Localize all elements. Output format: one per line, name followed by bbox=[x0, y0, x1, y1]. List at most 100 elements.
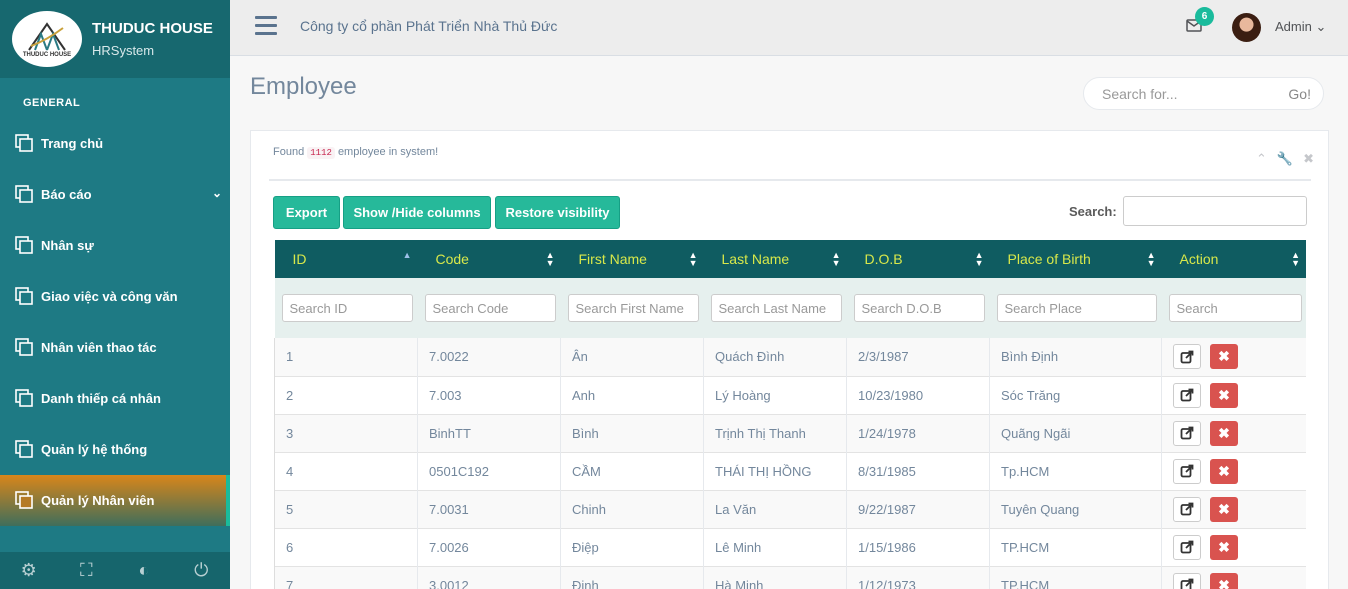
collapse-icon[interactable]: ⌃ bbox=[1256, 151, 1267, 167]
cell-dob: 1/12/1973 bbox=[846, 566, 990, 589]
delete-button[interactable]: ✖ bbox=[1210, 534, 1238, 560]
show-hide-columns-button[interactable]: Show /Hide columns bbox=[343, 196, 491, 229]
column-label: D.O.B bbox=[864, 251, 903, 267]
sidebar-item-quan-ly-he-thong[interactable]: Quản lý hệ thống bbox=[0, 424, 230, 475]
column-header-code[interactable]: Code ▲ ▼ bbox=[418, 240, 561, 278]
sidebar-item-trang-chu[interactable]: Trang chủ bbox=[0, 118, 230, 169]
copy-icon bbox=[15, 287, 33, 305]
settings-icon[interactable]: ⚙ bbox=[9, 560, 49, 581]
restore-visibility-button[interactable]: Restore visibility bbox=[495, 196, 620, 229]
found-suffix: employee in system! bbox=[337, 146, 439, 158]
column-header-first-name[interactable]: First Name ▲ ▼ bbox=[561, 240, 704, 278]
cell-id: 4 bbox=[274, 452, 418, 490]
column-header-last-name[interactable]: Last Name ▲ ▼ bbox=[704, 240, 847, 278]
cell-last-name: Trịnh Thị Thanh bbox=[703, 414, 847, 452]
cell-place: TP.HCM bbox=[989, 566, 1162, 589]
table-row: 7 3.0012 Định Hà Minh 1/12/1973 TP.HCM ✖ bbox=[274, 566, 1306, 589]
close-icon[interactable]: ✖ bbox=[1303, 151, 1314, 167]
filter-last-name-input[interactable] bbox=[710, 294, 842, 322]
edit-button[interactable] bbox=[1173, 534, 1201, 560]
external-link-icon bbox=[1180, 578, 1194, 589]
column-header-dob[interactable]: D.O.B ▲ ▼ bbox=[847, 240, 990, 278]
filter-action-input[interactable] bbox=[1168, 294, 1302, 322]
filter-first-name-input[interactable] bbox=[567, 294, 699, 322]
cell-place: Sóc Trăng bbox=[989, 376, 1162, 414]
filter-place-input[interactable] bbox=[996, 294, 1157, 322]
sidebar-item-nhan-vien-thao-tac[interactable]: Nhân viên thao tác bbox=[0, 322, 230, 373]
hide-icon[interactable]: ◐ bbox=[124, 560, 164, 581]
edit-button[interactable] bbox=[1173, 382, 1201, 408]
brand[interactable]: THUDUC HOUSE THUDUC HOUSE HRSystem bbox=[0, 0, 230, 78]
filter-dob-input[interactable] bbox=[853, 294, 985, 322]
sort-icon: ▲ ▼ bbox=[831, 250, 841, 268]
external-link-icon bbox=[1180, 502, 1194, 516]
global-search-input[interactable] bbox=[1102, 86, 1262, 102]
column-label: Place of Birth bbox=[1007, 251, 1091, 267]
employee-table: ID ▲ Code ▲ ▼ First Name ▲ ▼ Last Name ▲ ▼ D.O.… bbox=[274, 240, 1306, 589]
delete-button[interactable]: ✖ bbox=[1210, 458, 1238, 484]
cell-place: Tp.HCM bbox=[989, 452, 1162, 490]
cell-dob: 8/31/1985 bbox=[846, 452, 990, 490]
export-button[interactable]: Export bbox=[273, 196, 340, 229]
cell-action: ✖ bbox=[1161, 338, 1306, 376]
user-menu[interactable]: Admin ⌄ bbox=[1275, 19, 1326, 35]
edit-button[interactable] bbox=[1173, 572, 1201, 589]
user-name: Admin bbox=[1275, 19, 1312, 34]
sidebar: THUDUC HOUSE THUDUC HOUSE HRSystem GENER… bbox=[0, 0, 230, 589]
sort-icon: ▲ ▼ bbox=[545, 250, 555, 268]
table-row: 3 BinhTT Bình Trịnh Thị Thanh 1/24/1978 … bbox=[274, 414, 1306, 452]
sort-icon: ▲ ▼ bbox=[688, 250, 698, 268]
edit-button[interactable] bbox=[1173, 420, 1201, 446]
sidebar-item-bao-cao[interactable]: Báo cáo ⌄ bbox=[0, 169, 230, 220]
edit-button[interactable] bbox=[1173, 458, 1201, 484]
column-header-place-of-birth[interactable]: Place of Birth ▲ ▼ bbox=[990, 240, 1162, 278]
top-nav: Công ty cổ phần Phát Triển Nhà Thủ Đức 6… bbox=[230, 0, 1348, 56]
company-name: Công ty cổ phần Phát Triển Nhà Thủ Đức bbox=[300, 18, 558, 34]
menu-toggle-icon[interactable] bbox=[255, 16, 277, 36]
cell-first-name: Bình bbox=[560, 414, 704, 452]
edit-button[interactable] bbox=[1173, 344, 1201, 370]
company-logo: THUDUC HOUSE bbox=[12, 11, 82, 67]
close-icon: ✖ bbox=[1218, 386, 1230, 403]
cell-id: 1 bbox=[274, 338, 418, 376]
column-header-id[interactable]: ID ▲ bbox=[275, 240, 418, 278]
cell-action: ✖ bbox=[1161, 566, 1306, 589]
section-label: GENERAL bbox=[23, 97, 81, 109]
column-label: ID bbox=[292, 251, 307, 267]
cell-dob: 9/22/1987 bbox=[846, 490, 990, 528]
power-icon[interactable]: ⏻ bbox=[181, 560, 221, 581]
cell-first-name: Điệp bbox=[560, 528, 704, 566]
sidebar-nav: Trang chủ Báo cáo ⌄ Nhân sự Giao việc và… bbox=[0, 118, 230, 526]
delete-button[interactable]: ✖ bbox=[1210, 496, 1238, 522]
filter-code-input[interactable] bbox=[424, 294, 556, 322]
table-row: 2 7.003 Anh Lý Hoàng 10/23/1980 Sóc Trăn… bbox=[274, 376, 1306, 414]
cell-place: TP.HCM bbox=[989, 528, 1162, 566]
column-header-action[interactable]: Action ▲ ▼ bbox=[1162, 240, 1307, 278]
cell-last-name: Quách Đình bbox=[703, 338, 847, 376]
delete-button[interactable]: ✖ bbox=[1210, 572, 1238, 589]
column-label: First Name bbox=[578, 251, 647, 267]
sidebar-item-nhan-su[interactable]: Nhân sự bbox=[0, 220, 230, 271]
found-count: 1112 bbox=[307, 147, 335, 159]
go-button[interactable]: Go! bbox=[1288, 86, 1311, 102]
table-row: 6 7.0026 Điệp Lê Minh 1/15/1986 TP.HCM ✖ bbox=[274, 528, 1306, 566]
delete-button[interactable]: ✖ bbox=[1210, 382, 1238, 408]
edit-button[interactable] bbox=[1173, 496, 1201, 522]
cell-first-name: Định bbox=[560, 566, 704, 589]
delete-button[interactable]: ✖ bbox=[1210, 344, 1238, 370]
sidebar-item-danh-thiep[interactable]: Danh thiếp cá nhân bbox=[0, 373, 230, 424]
cell-action: ✖ bbox=[1161, 528, 1306, 566]
delete-button[interactable]: ✖ bbox=[1210, 420, 1238, 446]
table-search-input[interactable] bbox=[1123, 196, 1307, 226]
cell-code: 7.003 bbox=[417, 376, 561, 414]
wrench-icon[interactable]: 🔧 bbox=[1277, 151, 1293, 167]
sidebar-item-quan-ly-nhan-vien[interactable]: Quản lý Nhân viên bbox=[0, 475, 230, 526]
found-prefix: Found bbox=[273, 146, 305, 158]
table-row: 5 7.0031 Chinh La Văn 9/22/1987 Tuyên Qu… bbox=[274, 490, 1306, 528]
fullscreen-icon[interactable]: ⛶ bbox=[66, 560, 106, 581]
cell-last-name: THÁI THỊ HỒNG bbox=[703, 452, 847, 490]
cell-code: 7.0026 bbox=[417, 528, 561, 566]
avatar[interactable] bbox=[1232, 13, 1261, 42]
sidebar-item-giao-viec[interactable]: Giao việc và công văn bbox=[0, 271, 230, 322]
filter-id-input[interactable] bbox=[281, 294, 413, 322]
